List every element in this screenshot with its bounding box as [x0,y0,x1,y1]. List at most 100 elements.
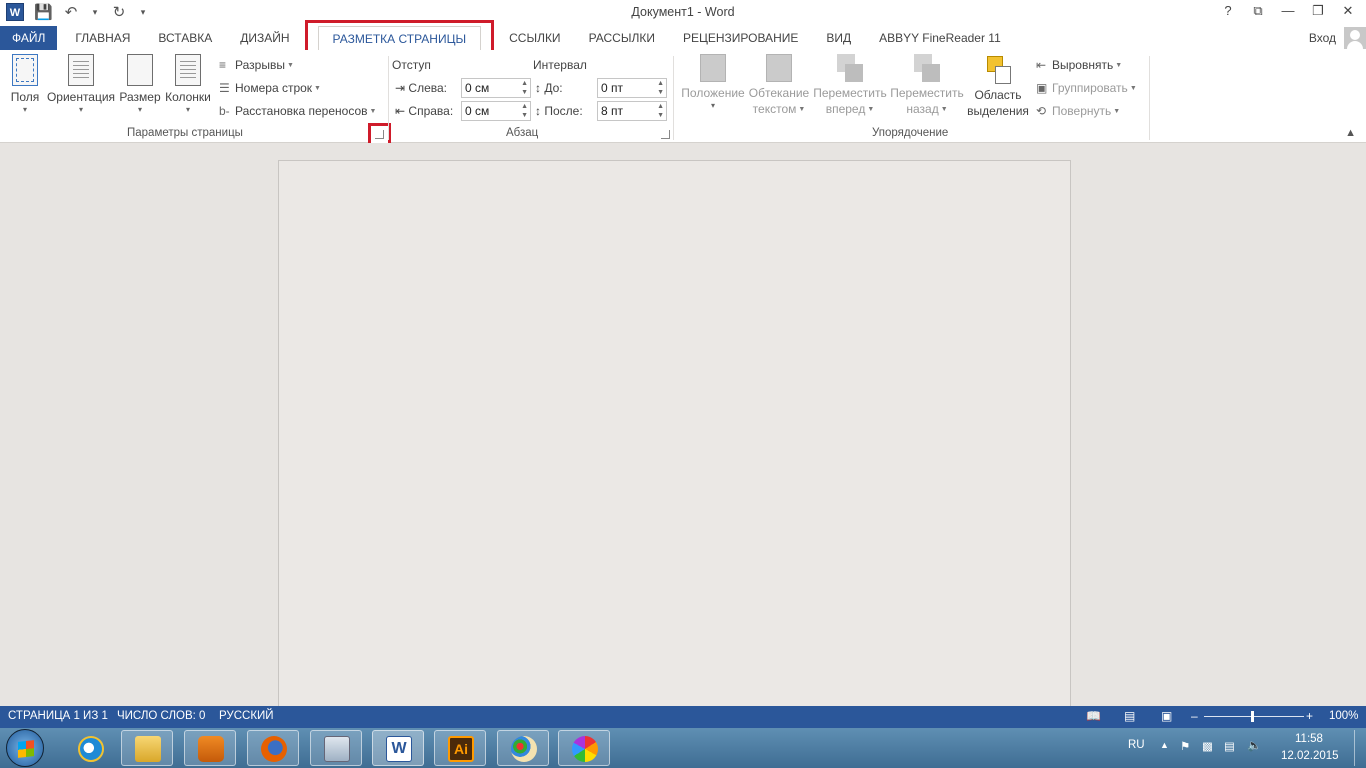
hyphenation-button[interactable]: b- Расстановка переносов ▼ [219,104,376,118]
word-count[interactable]: ЧИСЛО СЛОВ: 0 [117,710,205,722]
print-layout-icon[interactable]: ▤ [1124,709,1135,723]
network-icon[interactable]: ▤ [1224,739,1235,753]
indent-right-input[interactable]: 0 см ▲ ▼ [461,101,531,121]
sign-in-link[interactable]: Вход [1309,31,1336,45]
taskbar-media-player[interactable] [184,730,236,766]
tab-review[interactable]: РЕЦЕНЗИРОВАНИЕ [669,26,812,50]
tab-insert[interactable]: ВСТАВКА [144,26,226,50]
margins-button[interactable]: Поля ▾ [8,54,42,115]
size-icon [127,54,153,86]
spacing-after-label: ↕ После: [535,104,583,118]
taskbar-word[interactable]: W [372,730,424,766]
position-button[interactable]: Положение ▾ [678,54,748,111]
language-indicator[interactable]: РУССКИЙ [219,710,274,722]
keyboard-language[interactable]: RU [1128,739,1145,751]
group-separator [388,56,389,140]
tab-design[interactable]: ДИЗАЙН [226,26,303,50]
taskbar: W Ai RU ▲ ⚑ ▩ ▤ 🔈 11:58 12.02.2015 [0,728,1366,768]
indent-right-value: 0 см [465,104,490,118]
status-bar: СТРАНИЦА 1 ИЗ 1 ЧИСЛО СЛОВ: 0 РУССКИЙ 📖 … [0,706,1366,728]
taskbar-internet-explorer[interactable] [64,730,116,766]
action-center-flag-icon[interactable]: ⚑ [1180,739,1190,753]
zoom-level[interactable]: 100% [1329,710,1358,722]
zoom-slider-thumb[interactable] [1251,711,1254,722]
tab-abbyy-finereader[interactable]: ABBYY FineReader 11 [865,26,1015,50]
collapse-ribbon-icon[interactable]: ▲ [1345,127,1356,139]
taskbar-explorer[interactable] [121,730,173,766]
taskbar-paint[interactable] [497,730,549,766]
spinner-arrows-icon[interactable]: ▲ ▼ [521,79,528,97]
breaks-button[interactable]: ≡ Разрывы ▼ [219,58,294,72]
paragraph-dialog-launcher-icon[interactable] [661,130,670,139]
restore-icon[interactable]: ❐ [1310,3,1326,19]
calculator-icon [324,736,350,762]
document-page[interactable] [278,160,1071,720]
indent-right-label: ⇤ Справа: [395,104,453,118]
chevron-down-icon: ▼ [369,108,377,116]
minimize-icon[interactable]: — [1280,3,1296,19]
zoom-in-icon[interactable]: + [1306,709,1313,723]
read-mode-icon[interactable]: 📖 [1086,709,1101,723]
hyphenation-label: Расстановка переносов [235,104,368,118]
tab-page-layout[interactable]: РАЗМЕТКА СТРАНИЦЫ [304,20,494,55]
align-button[interactable]: ⇤ Выровнять ▼ [1036,58,1122,72]
help-icon[interactable]: ? [1220,3,1236,19]
send-backward-button[interactable]: Переместить назад ▼ [889,54,965,118]
spinner-arrows-icon[interactable]: ▲ ▼ [657,102,664,120]
zoom-out-icon[interactable]: – [1191,709,1198,723]
spacing-after-input[interactable]: 8 пт ▲ ▼ [597,101,667,121]
orientation-button[interactable]: Ориентация ▾ [46,54,116,115]
web-layout-icon[interactable]: ▣ [1161,709,1172,723]
rotate-button[interactable]: ⟲ Повернуть ▼ [1036,104,1120,118]
device-icon[interactable]: ▩ [1202,739,1213,753]
spacing-title: Интервал [533,58,587,72]
size-button[interactable]: Размер ▾ [119,54,161,115]
taskbar-firefox[interactable] [247,730,299,766]
tab-references[interactable]: ССЫЛКИ [495,26,574,50]
tab-home[interactable]: ГЛАВНАЯ [61,26,144,50]
page-setup-dialog-launcher-icon[interactable] [375,130,384,139]
zoom-slider[interactable] [1204,716,1304,717]
page-count[interactable]: СТРАНИЦА 1 ИЗ 1 [8,710,108,722]
tab-mailings[interactable]: РАССЫЛКИ [575,26,669,50]
arrange-group-label: Упорядочение [872,127,949,139]
spacing-before-label: ↕ До: [535,81,563,95]
selection-pane-button[interactable]: Область выделения [966,54,1030,119]
ribbon-display-options-icon[interactable]: ⧉ [1250,3,1266,19]
position-icon [700,54,726,82]
tab-file[interactable]: ФАЙЛ [0,26,58,50]
line-numbers-button[interactable]: ☰ Номера строк ▼ [219,81,321,95]
margins-label: Поля [10,90,40,104]
document-area[interactable] [0,143,1366,720]
align-label: Выровнять [1052,58,1114,72]
columns-button[interactable]: Колонки ▾ [163,54,213,115]
clock-date[interactable]: 12.02.2015 [1281,750,1339,762]
indent-left-icon: ⇥ [395,81,406,95]
volume-icon[interactable]: 🔈 [1247,738,1261,752]
chevron-down-icon: ▼ [314,85,321,93]
clock-time[interactable]: 11:58 [1295,733,1323,745]
size-label: Размер [119,90,161,104]
group-button[interactable]: ▣ Группировать ▼ [1036,81,1137,95]
page-setup-group-label: Параметры страницы [127,127,243,139]
show-desktop-button[interactable] [1354,730,1364,766]
spacing-before-input[interactable]: 0 пт ▲ ▼ [597,78,667,98]
wrap-text-button[interactable]: Обтекание текстом ▼ [748,54,810,118]
start-button[interactable] [6,729,44,767]
system-tray: RU ▲ ⚑ ▩ ▤ 🔈 11:58 12.02.2015 [1116,728,1366,768]
indent-left-input[interactable]: 0 см ▲ ▼ [461,78,531,98]
chevron-down-icon: ▼ [1113,108,1121,116]
window-title: Документ1 - Word [631,5,735,19]
spinner-arrows-icon[interactable]: ▲ ▼ [657,79,664,97]
show-hidden-icons-icon[interactable]: ▲ [1160,740,1169,750]
spacing-after-icon: ↕ [535,104,541,118]
bring-forward-button[interactable]: Переместить вперед ▼ [812,54,888,118]
taskbar-illustrator[interactable]: Ai [434,730,486,766]
taskbar-picasa[interactable] [558,730,610,766]
spinner-arrows-icon[interactable]: ▲ ▼ [521,102,528,120]
close-icon[interactable]: ✕ [1340,3,1356,19]
tab-view[interactable]: ВИД [812,26,865,50]
indent-left-label: ⇥ Слева: [395,81,447,95]
avatar[interactable] [1344,27,1366,49]
taskbar-calculator[interactable] [310,730,362,766]
